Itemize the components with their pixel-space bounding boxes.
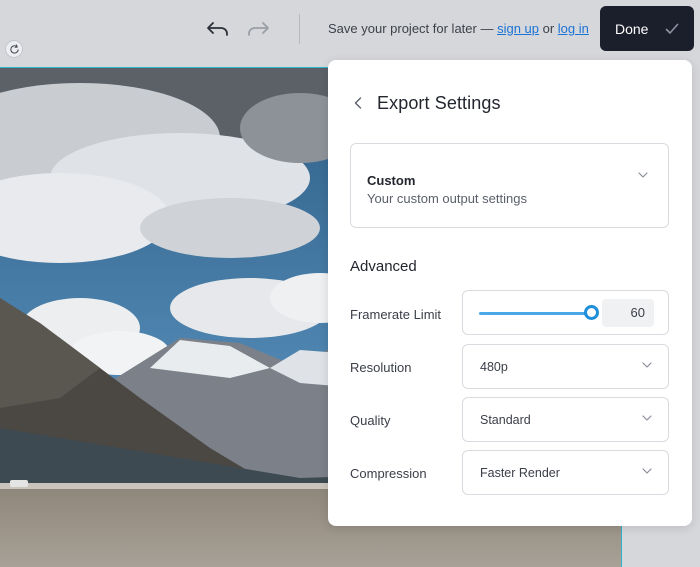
quality-label: Quality — [350, 413, 391, 428]
framerate-control: 60 — [462, 290, 669, 335]
preset-name: Custom — [367, 173, 416, 188]
undo-icon — [207, 22, 228, 36]
framerate-label: Framerate Limit — [350, 307, 442, 322]
chevron-left-icon — [354, 97, 362, 109]
undo-button[interactable] — [203, 14, 233, 44]
compression-select[interactable]: Faster Render — [462, 450, 669, 495]
log-in-link[interactable]: log in — [558, 21, 589, 36]
rotate-handle[interactable] — [5, 40, 23, 58]
toolbar-divider — [299, 14, 300, 44]
compression-value: Faster Render — [480, 466, 560, 480]
check-icon — [665, 23, 679, 35]
panel-title: Export Settings — [377, 93, 501, 113]
resolution-value: 480p — [480, 360, 508, 374]
quality-value: Standard — [480, 413, 531, 427]
redo-button[interactable] — [243, 14, 273, 44]
chevron-down-icon — [642, 362, 652, 368]
save-project-message: Save your project for later — sign up or… — [328, 21, 589, 36]
sign-up-link[interactable]: sign up — [497, 21, 539, 36]
chevron-down-icon — [642, 468, 652, 474]
preset-description: Your custom output settings — [367, 191, 527, 206]
quality-select[interactable]: Standard — [462, 397, 669, 442]
back-button[interactable] — [350, 95, 366, 111]
rotate-icon — [9, 43, 19, 54]
done-label: Done — [615, 20, 649, 37]
advanced-heading: Advanced — [350, 258, 417, 275]
redo-icon — [248, 22, 269, 36]
export-settings-panel: Export Settings Custom Your custom outpu… — [328, 60, 692, 526]
framerate-slider-thumb[interactable] — [584, 305, 599, 320]
or-text: or — [539, 21, 558, 36]
framerate-input[interactable]: 60 — [602, 299, 654, 327]
top-bar: Save your project for later — sign up or… — [0, 0, 700, 58]
save-message-text: Save your project for later — — [328, 21, 498, 36]
chevron-down-icon — [638, 172, 648, 178]
chevron-down-icon — [642, 415, 652, 421]
done-button[interactable]: Done — [600, 6, 694, 51]
resolution-select[interactable]: 480p — [462, 344, 669, 389]
preset-dropdown[interactable]: Custom Your custom output settings — [350, 143, 669, 228]
compression-label: Compression — [350, 466, 427, 481]
framerate-slider-track[interactable] — [479, 312, 591, 315]
resolution-label: Resolution — [350, 360, 412, 375]
